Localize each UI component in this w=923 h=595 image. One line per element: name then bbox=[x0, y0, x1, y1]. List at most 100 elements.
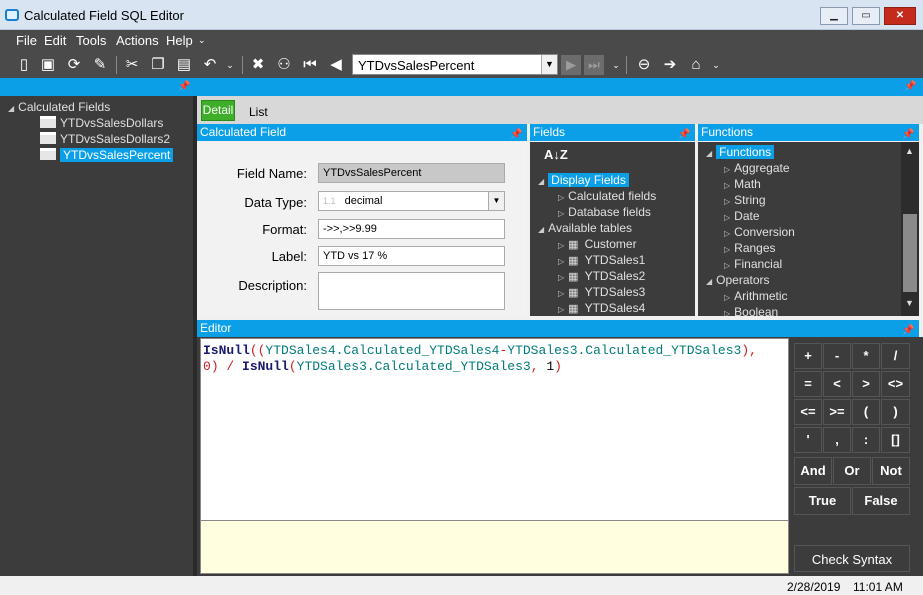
menu-help[interactable]: Help bbox=[166, 33, 193, 48]
record-selector[interactable]: YTDvsSalesPercent ▼ bbox=[352, 54, 558, 75]
display-fields-node[interactable]: ◢ Display Fields bbox=[538, 173, 629, 189]
expand-icon[interactable]: ◢ bbox=[8, 104, 14, 113]
keypad-quote-button[interactable]: ' bbox=[794, 427, 822, 453]
collapse-icon[interactable]: ▷ bbox=[558, 241, 564, 250]
keypad-and-button[interactable]: And bbox=[794, 457, 832, 485]
keypad-divide-button[interactable]: / bbox=[881, 343, 910, 369]
undo-icon[interactable]: ↶ bbox=[200, 55, 220, 75]
sort-az-icon[interactable]: A↓Z bbox=[544, 147, 568, 162]
keypad-plus-button[interactable]: + bbox=[794, 343, 822, 369]
keypad-less-equal-button[interactable]: <= bbox=[794, 399, 822, 425]
collapse-icon[interactable]: ▷ bbox=[558, 257, 564, 266]
keypad-colon-button[interactable]: : bbox=[852, 427, 880, 453]
keypad-greater-than-button[interactable]: > bbox=[852, 371, 880, 397]
collapse-icon[interactable]: ▷ bbox=[724, 213, 730, 222]
pin-icon[interactable]: 📌 bbox=[678, 126, 690, 143]
undo-dropdown-icon[interactable]: ⌄ bbox=[220, 55, 240, 75]
functions-root[interactable]: ◢ Functions bbox=[706, 145, 775, 161]
menu-edit[interactable]: Edit bbox=[44, 33, 66, 48]
scroll-down-icon[interactable]: ▼ bbox=[905, 298, 914, 308]
collapse-icon[interactable]: ▷ bbox=[558, 289, 564, 298]
collapse-icon[interactable]: ▷ bbox=[558, 209, 564, 218]
keypad-less-than-button[interactable]: < bbox=[823, 371, 851, 397]
scrollbar[interactable]: ▲ ▼ bbox=[901, 142, 919, 316]
maximize-button[interactable]: ▭ bbox=[852, 7, 880, 25]
calculated-fields-node[interactable]: ▷ Calculated fields bbox=[558, 189, 656, 205]
forward-icon[interactable]: ➔ bbox=[660, 55, 680, 75]
tab-list[interactable]: List bbox=[249, 105, 268, 119]
home-icon[interactable]: ⌂ bbox=[686, 55, 706, 75]
pin-icon[interactable]: 📌 bbox=[178, 81, 190, 92]
scroll-up-icon[interactable]: ▲ bbox=[905, 146, 914, 156]
tree-root[interactable]: ◢ Calculated Fields bbox=[8, 100, 110, 116]
keypad-not-equal-button[interactable]: <> bbox=[881, 371, 910, 397]
collapse-icon[interactable]: ▷ bbox=[558, 193, 564, 202]
field-name-input[interactable]: YTDvsSalesPercent bbox=[318, 163, 505, 183]
collapse-icon[interactable]: ▷ bbox=[724, 261, 730, 270]
minimize-button[interactable]: ▁ bbox=[820, 7, 848, 25]
function-category[interactable]: ▷ Financial bbox=[724, 257, 782, 273]
menu-overflow-icon[interactable]: ⌄ bbox=[198, 35, 206, 46]
operator-category[interactable]: ▷ Arithmetic bbox=[724, 289, 788, 305]
collapse-icon[interactable]: ▷ bbox=[724, 293, 730, 302]
function-category[interactable]: ▷ Math bbox=[724, 177, 761, 193]
menu-actions[interactable]: Actions bbox=[116, 33, 159, 48]
function-category[interactable]: ▷ Aggregate bbox=[724, 161, 790, 177]
pin-icon[interactable]: 📌 bbox=[902, 126, 914, 143]
keypad-not-button[interactable]: Not bbox=[872, 457, 910, 485]
collapse-icon[interactable]: ▷ bbox=[558, 305, 564, 314]
keypad-multiply-button[interactable]: * bbox=[852, 343, 880, 369]
expand-icon[interactable]: ◢ bbox=[706, 149, 712, 158]
save-icon[interactable]: ▣ bbox=[38, 55, 58, 75]
first-record-icon[interactable]: ⏮ bbox=[300, 55, 320, 75]
operator-category[interactable]: ▷ Boolean bbox=[724, 305, 778, 316]
menu-tools[interactable]: Tools bbox=[76, 33, 106, 48]
tab-detail[interactable]: Detail bbox=[201, 100, 235, 121]
home-dropdown-icon[interactable]: ⌄ bbox=[706, 55, 726, 75]
collapse-icon[interactable]: ▷ bbox=[724, 197, 730, 206]
find-icon[interactable]: ⚇ bbox=[274, 55, 294, 75]
copy-icon[interactable]: ❐ bbox=[148, 55, 168, 75]
function-category[interactable]: ▷ Ranges bbox=[724, 241, 776, 257]
keypad-or-button[interactable]: Or bbox=[833, 457, 871, 485]
menu-file[interactable]: File bbox=[16, 33, 37, 48]
back-icon[interactable]: ⊖ bbox=[634, 55, 654, 75]
tree-item-selected[interactable]: YTDvsSalesPercent bbox=[40, 148, 174, 164]
keypad-open-paren-button[interactable]: ( bbox=[852, 399, 880, 425]
keypad-true-button[interactable]: True bbox=[794, 487, 851, 515]
table-node[interactable]: ▷ ▦ Customer bbox=[558, 237, 637, 253]
keypad-greater-equal-button[interactable]: >= bbox=[823, 399, 851, 425]
previous-record-icon[interactable]: ◀ bbox=[326, 55, 346, 75]
data-type-select[interactable]: 1.1 decimal ▼ bbox=[318, 191, 505, 211]
chevron-down-icon[interactable]: ▼ bbox=[488, 192, 504, 210]
operators-node[interactable]: ◢ Operators bbox=[706, 273, 770, 289]
table-node[interactable]: ▷ ▦ YTDSales4 bbox=[558, 301, 645, 316]
paste-icon[interactable]: ▤ bbox=[174, 55, 194, 75]
scrollbar-thumb[interactable] bbox=[903, 214, 917, 292]
description-input[interactable] bbox=[318, 272, 505, 310]
keypad-minus-button[interactable]: - bbox=[823, 343, 851, 369]
expand-icon[interactable]: ◢ bbox=[538, 225, 544, 234]
expand-icon[interactable]: ◢ bbox=[706, 277, 712, 286]
nav-dropdown-icon[interactable]: ⌄ bbox=[606, 55, 626, 75]
check-syntax-button[interactable]: Check Syntax bbox=[794, 545, 910, 572]
format-input[interactable]: ->>,>>9.99 bbox=[318, 219, 505, 239]
function-category[interactable]: ▷ Conversion bbox=[724, 225, 795, 241]
keypad-false-button[interactable]: False bbox=[852, 487, 910, 515]
clear-icon[interactable]: ✎ bbox=[90, 55, 110, 75]
label-input[interactable]: YTD vs 17 % bbox=[318, 246, 505, 266]
collapse-icon[interactable]: ▷ bbox=[724, 181, 730, 190]
collapse-icon[interactable]: ▷ bbox=[724, 165, 730, 174]
function-category[interactable]: ▷ String bbox=[724, 193, 766, 209]
new-icon[interactable]: ▯ bbox=[14, 55, 34, 75]
database-fields-node[interactable]: ▷ Database fields bbox=[558, 205, 651, 221]
pin-icon[interactable]: 📌 bbox=[510, 126, 522, 143]
collapse-icon[interactable]: ▷ bbox=[724, 309, 730, 316]
function-category[interactable]: ▷ Date bbox=[724, 209, 760, 225]
next-record-icon[interactable]: ▶ bbox=[561, 55, 581, 75]
keypad-equals-button[interactable]: = bbox=[794, 371, 822, 397]
collapse-icon[interactable]: ▷ bbox=[724, 229, 730, 238]
close-button[interactable]: ✕ bbox=[884, 7, 916, 25]
delete-icon[interactable]: ✖ bbox=[248, 55, 268, 75]
expand-icon[interactable]: ◢ bbox=[538, 177, 544, 186]
